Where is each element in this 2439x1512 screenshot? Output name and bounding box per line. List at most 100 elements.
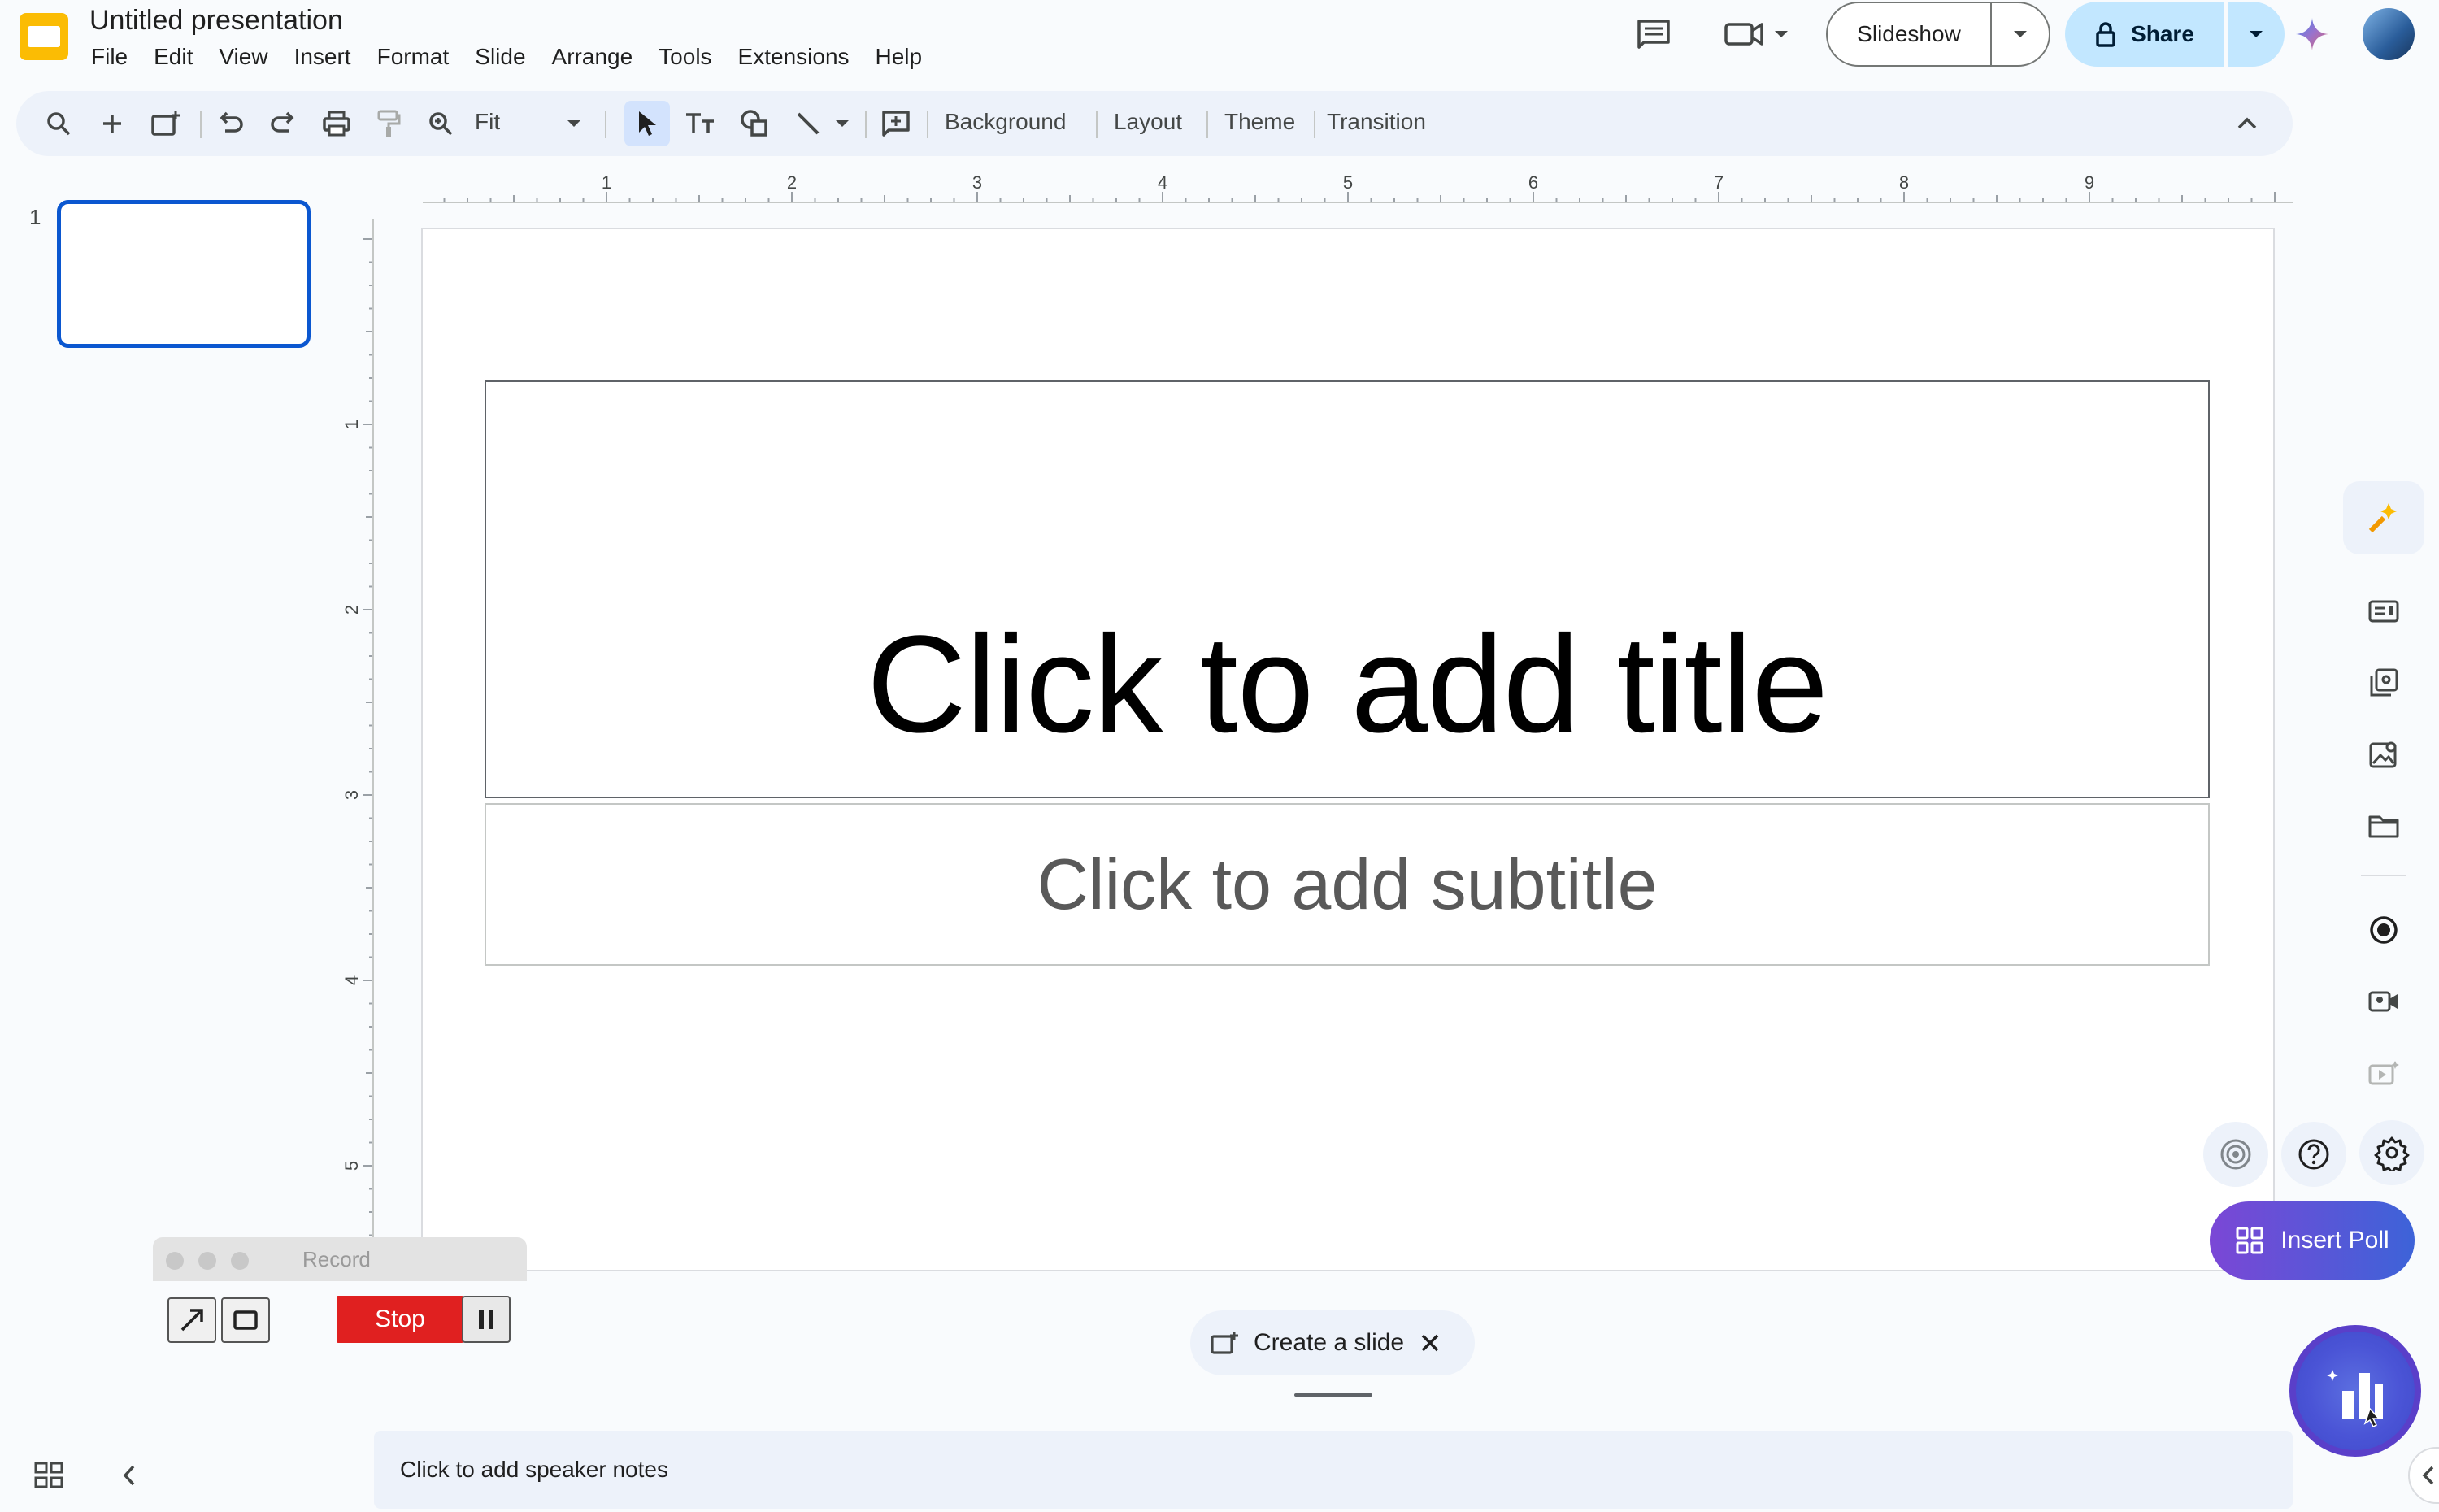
slideshow-options-button[interactable] (1992, 3, 2049, 65)
subtitle-placeholder-text: Click to add subtitle (1037, 844, 1658, 924)
theme-button[interactable]: Theme (1224, 109, 1295, 135)
ruler-tick-label: 1 (341, 419, 362, 429)
speaker-spotlight-icon[interactable] (2343, 577, 2424, 645)
record-pause-button[interactable] (462, 1296, 511, 1343)
help-question-icon[interactable] (2281, 1122, 2346, 1187)
chevron-down-icon (2250, 31, 2263, 37)
record-window-titlebar[interactable]: Record (153, 1237, 527, 1281)
window-minimize-dot[interactable] (198, 1252, 216, 1270)
ruler-tick-label: 3 (341, 790, 362, 800)
menu-format[interactable]: Format (364, 44, 463, 70)
insert-comment-icon[interactable] (873, 101, 919, 146)
menu-tools[interactable]: Tools (646, 44, 724, 70)
menu-view[interactable]: View (206, 44, 280, 70)
target-circle-icon[interactable] (2203, 1122, 2268, 1187)
paint-format-icon[interactable] (366, 101, 411, 146)
new-slide-sparkle-icon (1211, 1332, 1238, 1354)
speaker-notes-panel[interactable]: Click to add speaker notes (374, 1431, 2293, 1509)
chevron-down-icon (2014, 31, 2027, 37)
menu-help[interactable]: Help (863, 44, 936, 70)
zoom-dropdown-chevron-icon[interactable] (558, 101, 590, 146)
ruler-tick-label: 7 (1714, 172, 1724, 193)
share-button[interactable]: Share (2065, 2, 2224, 67)
help-me-create-sparkle-icon[interactable] (2343, 481, 2424, 554)
window-close-dot[interactable] (166, 1252, 184, 1270)
grid-icon (2236, 1227, 2263, 1254)
diagonal-arrow-icon (180, 1309, 203, 1332)
redo-icon[interactable] (260, 101, 306, 146)
ruler-tick-label: 8 (1899, 172, 1909, 193)
zoom-icon[interactable] (418, 101, 463, 146)
grid-view-icon[interactable] (31, 1457, 68, 1494)
record-rectangle-tool-button[interactable] (221, 1297, 270, 1343)
image-search-icon[interactable] (2343, 720, 2424, 789)
record-window-title: Record (302, 1247, 371, 1271)
line-dropdown-chevron-icon[interactable] (828, 101, 857, 146)
toolbar: Fit Background Layout Theme Transition (16, 91, 2293, 156)
expand-side-panel-chevron-left-icon[interactable] (2408, 1447, 2439, 1504)
print-icon[interactable] (314, 101, 359, 146)
title-placeholder[interactable]: Click to add title (485, 380, 2210, 798)
undo-icon[interactable] (208, 101, 254, 146)
ruler-tick-label: 3 (972, 172, 982, 193)
collapse-toolbar-chevron-up-icon[interactable] (2224, 101, 2270, 146)
meet-video-icon[interactable] (1720, 11, 1793, 57)
menu-edit[interactable]: Edit (141, 44, 206, 70)
folder-icon[interactable] (2343, 792, 2424, 860)
create-slide-label: Create a slide (1254, 1329, 1405, 1356)
slideshow-button[interactable]: Slideshow (1828, 3, 1992, 65)
horizontal-ruler[interactable]: 1 2 3 4 5 6 7 8 9 (423, 171, 2293, 203)
record-arrow-tool-button[interactable] (167, 1297, 216, 1343)
ruler-tick-label: 1 (602, 172, 611, 193)
ruler-tick-label: 5 (1343, 172, 1353, 193)
insert-poll-button[interactable]: Insert Poll (2210, 1201, 2415, 1280)
line-tool-icon[interactable] (785, 101, 831, 146)
insert-poll-label: Insert Poll (2280, 1227, 2389, 1253)
document-title[interactable]: Untitled presentation (89, 5, 343, 37)
menu-arrange[interactable]: Arrange (539, 44, 646, 70)
search-menus-icon[interactable] (36, 101, 81, 146)
shape-icon[interactable] (732, 101, 777, 146)
menu-extensions[interactable]: Extensions (725, 44, 863, 70)
record-circle-icon[interactable] (2343, 896, 2424, 964)
settings-gear-icon[interactable] (2359, 1120, 2424, 1185)
camera-record-icon[interactable] (2343, 967, 2424, 1036)
menu-insert[interactable]: Insert (281, 44, 364, 70)
subtitle-placeholder[interactable]: Click to add subtitle (485, 803, 2210, 966)
vertical-ruler[interactable]: 1 2 3 4 5 (341, 219, 374, 1244)
menu-file[interactable]: File (78, 44, 141, 70)
slides-logo-icon[interactable] (18, 11, 70, 62)
menu-bar: File Edit View Insert Format Slide Arrange Tool… (78, 44, 935, 70)
slide-thumbnail[interactable] (57, 200, 311, 348)
notes-resize-handle[interactable] (1294, 1393, 1372, 1397)
window-maximize-dot[interactable] (231, 1252, 249, 1270)
ruler-tick-label: 2 (787, 172, 797, 193)
ruler-tick-label: 2 (341, 605, 362, 615)
new-slide-icon[interactable] (89, 101, 135, 146)
comments-icon[interactable] (1631, 11, 1676, 57)
account-avatar[interactable] (2363, 8, 2415, 60)
menu-slide[interactable]: Slide (462, 44, 538, 70)
select-tool-icon[interactable] (624, 101, 670, 146)
rectangle-icon (233, 1310, 258, 1330)
text-box-icon[interactable] (678, 101, 724, 146)
transition-button[interactable]: Transition (1327, 109, 1426, 135)
share-label: Share (2131, 21, 2194, 46)
background-button[interactable]: Background (945, 109, 1066, 135)
layout-button[interactable]: Layout (1114, 109, 1182, 135)
poll-assistant-fab[interactable] (2289, 1325, 2421, 1457)
bar-chart-sparkle-icon (2327, 1370, 2383, 1428)
zoom-select[interactable]: Fit (475, 109, 500, 135)
insert-image-icon[interactable] (2343, 649, 2424, 717)
close-icon[interactable] (1419, 1332, 1441, 1354)
share-options-button[interactable] (2228, 2, 2285, 67)
gemini-icon[interactable] (2289, 11, 2335, 57)
collapse-filmstrip-chevron-left-icon[interactable] (111, 1457, 148, 1494)
record-stop-button[interactable]: Stop (337, 1296, 463, 1343)
ruler-tick-label: 4 (341, 975, 362, 985)
slideshow-group: Slideshow (1826, 2, 2050, 67)
create-slide-chip[interactable]: Create a slide (1190, 1310, 1475, 1375)
new-slide-layout-icon[interactable] (143, 101, 189, 146)
pause-icon (479, 1310, 493, 1329)
video-sparkle-icon[interactable] (2343, 1039, 2424, 1107)
